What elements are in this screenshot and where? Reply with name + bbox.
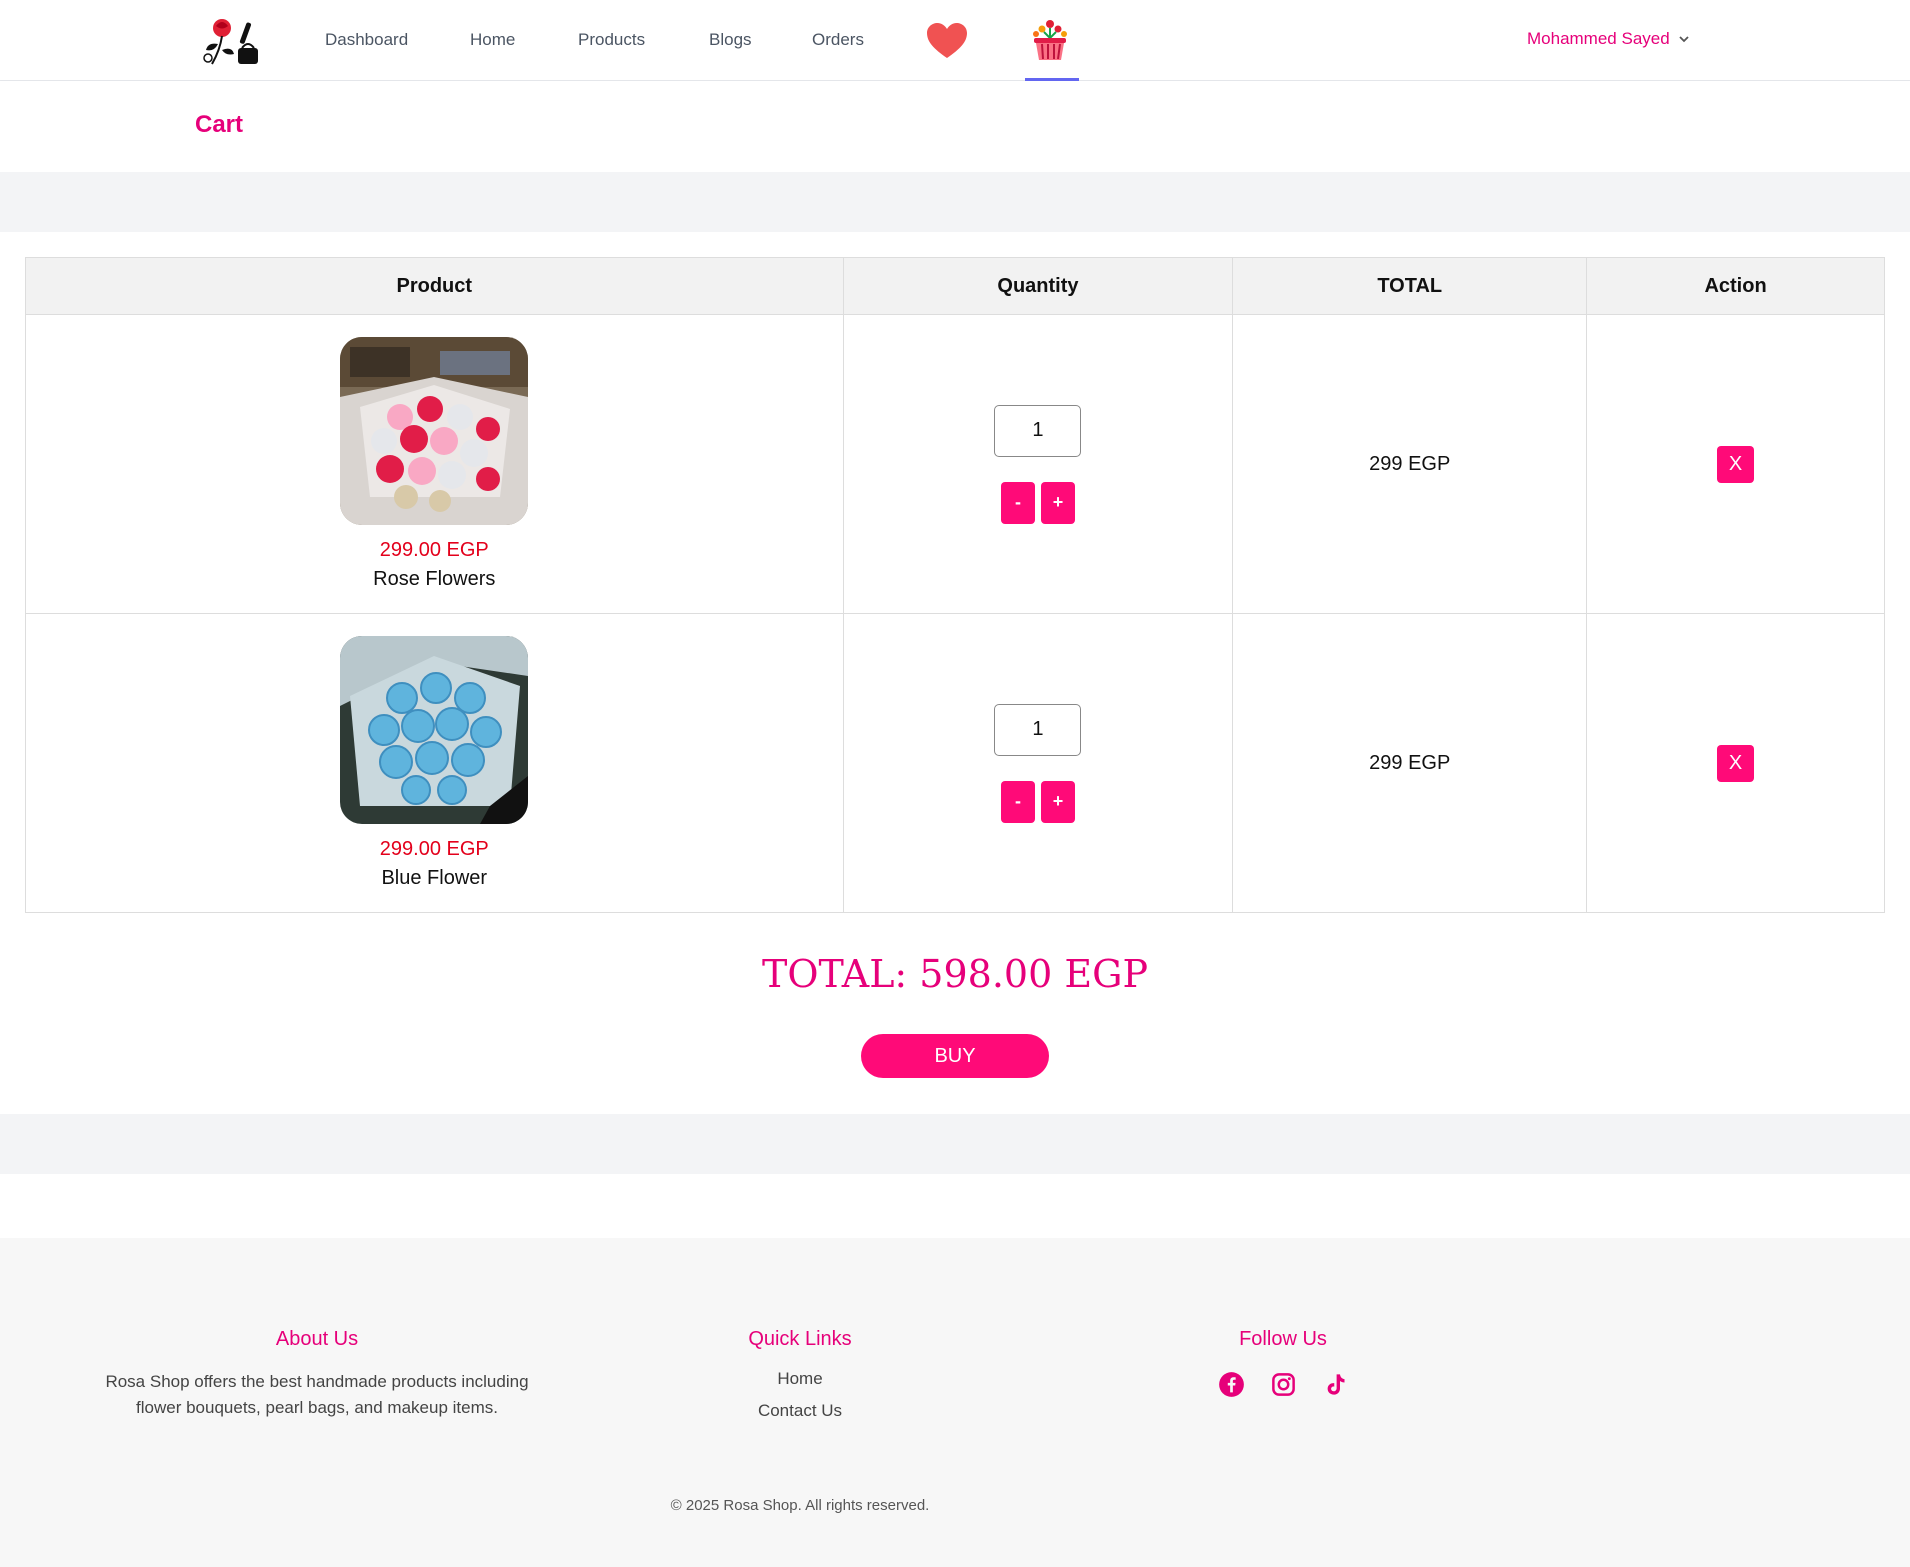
- nav-home[interactable]: Home: [470, 30, 515, 50]
- footer-about-text-line1: Rosa Shop offers the best handmade produ…: [105, 1372, 529, 1391]
- product-name[interactable]: Rose Flowers: [373, 568, 495, 591]
- footer-link-home[interactable]: Home: [570, 1363, 1030, 1395]
- user-name: Mohammed Sayed: [1527, 29, 1670, 48]
- nav-orders[interactable]: Orders: [812, 30, 864, 50]
- line-total: 299 EGP: [1369, 751, 1451, 774]
- product-cell: 299.00 EGP Blue Flower: [25, 613, 844, 913]
- remove-item-button[interactable]: X: [1717, 744, 1755, 782]
- header-action: Action: [1586, 257, 1885, 315]
- instagram-icon[interactable]: [1270, 1371, 1297, 1398]
- nav-dashboard[interactable]: Dashboard: [325, 30, 408, 50]
- remove-item-button[interactable]: X: [1717, 445, 1755, 483]
- header-product: Product: [25, 257, 844, 315]
- quantity-cell: - +: [842, 613, 1234, 913]
- product-name[interactable]: Blue Flower: [381, 867, 487, 890]
- footer-about-title: About Us: [275, 1328, 359, 1350]
- quantity-input[interactable]: [994, 404, 1082, 457]
- tiktok-icon[interactable]: [1322, 1371, 1349, 1398]
- rosa-shop-logo-icon[interactable]: [198, 14, 266, 70]
- flower-basket-icon[interactable]: [1030, 18, 1070, 62]
- page-header: Cart: [0, 81, 1910, 172]
- table-row: 299.00 EGP Rose Flowers - + 299 EGP X: [25, 314, 1885, 614]
- line-total-cell: 299 EGP: [1232, 314, 1588, 614]
- action-cell: X: [1586, 314, 1885, 614]
- table-row: 299.00 EGP Blue Flower - + 299 EGP X: [25, 613, 1885, 913]
- rose-bouquet-image[interactable]: [340, 337, 529, 525]
- spacer-band: [0, 1114, 1910, 1174]
- product-price: 299.00 EGP: [379, 539, 489, 561]
- cart-table: Product Quantity TOTAL Action 299.00 EGP…: [25, 257, 1885, 913]
- action-cell: X: [1586, 613, 1885, 913]
- user-menu[interactable]: Mohammed Sayed: [1527, 29, 1690, 49]
- footer-follow-title: Follow Us: [1239, 1328, 1327, 1350]
- blue-bouquet-image[interactable]: [340, 636, 529, 824]
- spacer-band: [0, 172, 1910, 232]
- footer-about: About Us Rosa Shop offers the best handm…: [87, 1328, 547, 1421]
- cart-grand-total: TOTAL: 598.00 EGP: [761, 952, 1149, 996]
- header-quantity: Quantity: [842, 257, 1234, 315]
- nav-blogs[interactable]: Blogs: [709, 30, 752, 50]
- line-total-cell: 299 EGP: [1232, 613, 1588, 913]
- line-total: 299 EGP: [1369, 452, 1451, 475]
- facebook-icon[interactable]: [1218, 1371, 1245, 1398]
- footer-link-contact[interactable]: Contact Us: [570, 1395, 1030, 1427]
- quantity-input[interactable]: [994, 703, 1082, 756]
- buy-button[interactable]: BUY: [861, 1034, 1049, 1078]
- copyright-text: © 2025 Rosa Shop. All rights reserved.: [670, 1497, 930, 1514]
- nav-products[interactable]: Products: [578, 30, 645, 50]
- footer-about-text-line2: flower bouquets, pearl bags, and makeup …: [136, 1398, 498, 1417]
- footer-quick-links-title: Quick Links: [748, 1328, 852, 1350]
- table-header-row: Product Quantity TOTAL Action: [25, 257, 1885, 315]
- page-title: Cart: [195, 111, 244, 138]
- product-cell: 299.00 EGP Rose Flowers: [25, 314, 844, 614]
- decrease-quantity-button[interactable]: -: [1000, 780, 1035, 823]
- footer-quick-links: Quick Links Home Contact Us: [570, 1328, 1030, 1427]
- chevron-down-icon: [1679, 36, 1689, 43]
- increase-quantity-button[interactable]: +: [1040, 481, 1075, 524]
- footer-follow: Follow Us: [1053, 1328, 1513, 1398]
- product-price: 299.00 EGP: [379, 838, 489, 860]
- decrease-quantity-button[interactable]: -: [1000, 481, 1035, 524]
- top-navbar: Dashboard Home Products Blogs Orders Moh…: [0, 0, 1910, 81]
- footer: About Us Rosa Shop offers the best handm…: [0, 1238, 1910, 1567]
- increase-quantity-button[interactable]: +: [1040, 780, 1075, 823]
- header-total: TOTAL: [1232, 257, 1588, 315]
- heart-icon[interactable]: [926, 22, 968, 60]
- quantity-cell: - +: [842, 314, 1234, 614]
